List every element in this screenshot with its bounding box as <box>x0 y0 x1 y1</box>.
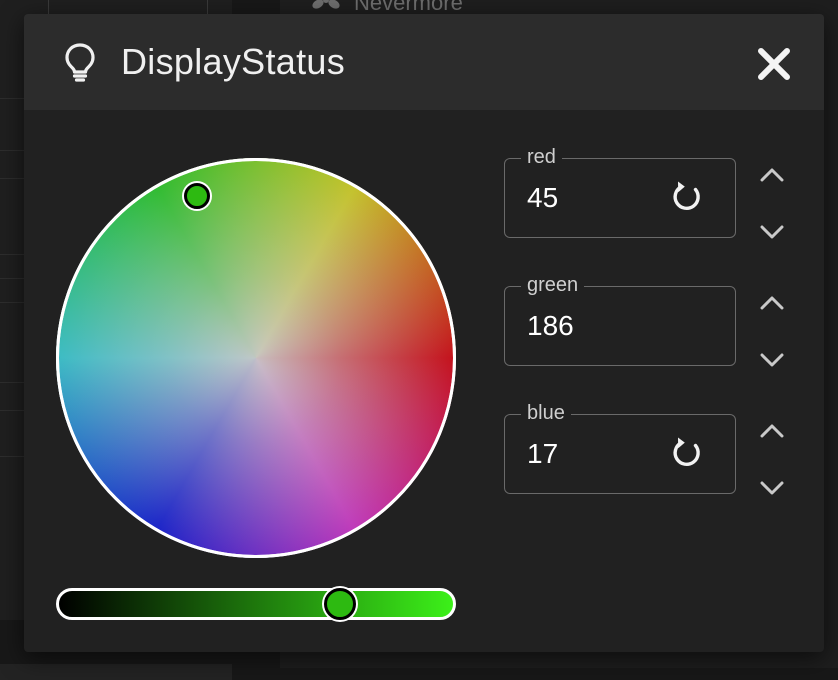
dialog-title: DisplayStatus <box>121 41 345 82</box>
background-footer <box>0 664 232 680</box>
color-wheel-handle[interactable] <box>183 182 210 209</box>
blue-field: blue <box>504 401 736 494</box>
red-increment-up-button[interactable] <box>752 156 792 196</box>
close-icon <box>758 48 790 80</box>
chevron-up-icon <box>760 168 784 182</box>
blue-reset-button[interactable] <box>667 433 707 473</box>
color-wheel[interactable] <box>56 158 456 558</box>
close-button[interactable] <box>752 42 796 86</box>
dialog-header: DisplayStatus <box>24 14 824 110</box>
chevron-up-icon <box>760 424 784 438</box>
chevron-up-icon <box>760 296 784 310</box>
reset-icon <box>673 437 700 467</box>
reset-icon <box>673 181 700 211</box>
blue-field-input[interactable] <box>527 437 657 471</box>
color-picker-dialog: DisplayStatus red g <box>24 14 824 652</box>
blue-field-label: blue <box>521 401 571 425</box>
red-field-label: red <box>521 145 562 169</box>
red-reset-button[interactable] <box>667 177 707 217</box>
brightness-slider-handle[interactable] <box>324 588 356 620</box>
chevron-down-icon <box>760 353 784 367</box>
red-field-input[interactable] <box>527 181 657 215</box>
chevron-down-icon <box>760 481 784 495</box>
green-field: green <box>504 273 736 366</box>
chevron-down-icon <box>760 225 784 239</box>
lightbulb-icon <box>62 42 98 82</box>
blue-increment-up-button[interactable] <box>752 412 792 452</box>
red-increment-down-button[interactable] <box>752 212 792 252</box>
color-wheel-border <box>56 158 456 558</box>
blue-increment-down-button[interactable] <box>752 468 792 508</box>
brightness-slider[interactable] <box>56 588 456 620</box>
green-field-label: green <box>521 273 585 297</box>
red-field: red <box>504 145 736 238</box>
green-increment-down-button[interactable] <box>752 340 792 380</box>
green-increment-up-button[interactable] <box>752 284 792 324</box>
green-field-input[interactable] <box>527 309 657 343</box>
